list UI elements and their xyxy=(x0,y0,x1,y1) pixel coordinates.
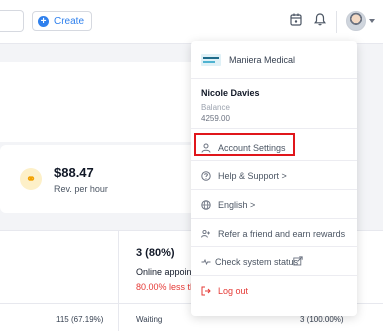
revenue-value: $88.47 xyxy=(54,165,94,180)
waiting-label: Waiting xyxy=(136,315,163,324)
menu-item-label: Log out xyxy=(218,286,249,296)
menu-item-label: Account Settings xyxy=(218,143,286,153)
online-appointments-label: Online appoint xyxy=(136,267,195,277)
pulse-icon xyxy=(201,258,211,266)
user-icon xyxy=(201,143,211,153)
user-name: Nicole Davies xyxy=(201,88,260,98)
search-input[interactable] xyxy=(0,10,24,32)
avatar[interactable] xyxy=(346,11,366,31)
menu-item-system-status[interactable]: Check system status xyxy=(191,248,357,276)
stats-divider xyxy=(118,231,119,331)
menu-divider xyxy=(191,275,357,276)
user-info: Nicole Davies Balance 4259.00 xyxy=(191,79,357,129)
waiting-value: 3 (100.00%) xyxy=(300,315,344,324)
plus-icon: + xyxy=(38,15,49,27)
menu-item-help-support[interactable]: Help & Support > xyxy=(191,162,357,190)
menu-item-label: Refer a friend and earn rewards xyxy=(218,229,346,239)
menu-item-label: English > xyxy=(218,200,256,210)
balance-label: Balance xyxy=(201,103,230,112)
external-link-icon xyxy=(293,256,303,266)
comparison-text: 80.00% less th xyxy=(136,282,196,292)
menu-item-label: Check system status xyxy=(215,257,299,267)
user-dropdown-menu: Maniera Medical Nicole Davies Balance 42… xyxy=(191,41,357,316)
globe-icon xyxy=(201,200,211,210)
create-button[interactable]: + Create xyxy=(32,11,93,31)
menu-item-logout[interactable]: Log out xyxy=(191,277,357,305)
revenue-card: ⚭ $88.47 Rev. per hour xyxy=(0,145,208,213)
menu-item-label: Help & Support > xyxy=(218,171,287,181)
menu-divider xyxy=(191,246,357,247)
chevron-down-icon[interactable] xyxy=(369,19,375,23)
menu-item-refer-friend[interactable]: Refer a friend and earn rewards xyxy=(191,220,357,248)
brand-logo-icon xyxy=(201,54,221,66)
menu-item-account-settings[interactable]: Account Settings xyxy=(191,133,357,162)
create-button-label: Create xyxy=(54,15,85,27)
revenue-label: Rev. per hour xyxy=(54,184,108,194)
header-divider xyxy=(336,11,337,33)
help-icon xyxy=(201,171,211,181)
menu-item-language[interactable]: English > xyxy=(191,191,357,219)
menu-divider xyxy=(191,189,357,190)
menu-divider xyxy=(191,218,357,219)
bell-icon[interactable] xyxy=(314,13,326,26)
coins-icon: ⚭ xyxy=(20,168,42,190)
calendar-icon[interactable] xyxy=(290,13,302,26)
menu-divider xyxy=(191,160,357,161)
refer-icon xyxy=(201,229,210,238)
logout-icon xyxy=(201,286,211,296)
left-stat-value: 115 (67.19%) xyxy=(56,315,104,324)
online-appointments-value: 3 (80%) xyxy=(136,247,175,259)
top-header: + Create xyxy=(0,0,383,44)
brand-row: Maniera Medical xyxy=(191,41,357,79)
brand-name: Maniera Medical xyxy=(229,55,296,65)
balance-value: 4259.00 xyxy=(201,114,230,123)
